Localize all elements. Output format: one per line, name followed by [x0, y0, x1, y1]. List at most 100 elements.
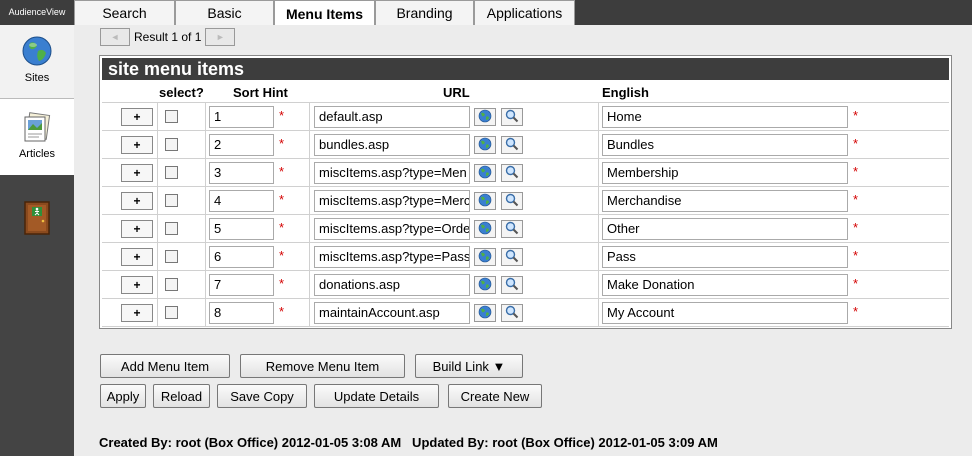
- url-input[interactable]: miscItems.asp?type=Merc: [314, 190, 470, 212]
- expand-row-button[interactable]: +: [121, 136, 153, 154]
- english-label-input[interactable]: Bundles: [602, 134, 848, 156]
- globe-link-button[interactable]: [474, 248, 496, 266]
- url-input[interactable]: maintainAccount.asp: [314, 302, 470, 324]
- sort-hint-input[interactable]: 6: [209, 246, 274, 268]
- expand-row-button[interactable]: +: [121, 276, 153, 294]
- tab-branding[interactable]: Branding: [375, 0, 474, 25]
- sidebar-item-articles[interactable]: Articles: [0, 99, 74, 175]
- english-label-input[interactable]: Pass: [602, 246, 848, 268]
- table-row: +2 * bundles.asp Bundles *: [102, 130, 949, 159]
- cell-divider: [205, 131, 206, 159]
- required-marker: *: [279, 304, 285, 319]
- globe-link-button[interactable]: [474, 276, 496, 294]
- update-details-button[interactable]: Update Details: [314, 384, 439, 408]
- cell-divider: [157, 299, 158, 327]
- globe-link-button[interactable]: [474, 108, 496, 126]
- cell-divider: [598, 215, 599, 243]
- pager: ◄ Result 1 of 1 ►: [100, 27, 236, 47]
- build-link-dropdown[interactable]: Build Link ▼: [415, 354, 523, 378]
- url-input[interactable]: donations.asp: [314, 274, 470, 296]
- expand-row-button[interactable]: +: [121, 164, 153, 182]
- sidebar-label-articles: Articles: [18, 148, 56, 160]
- expand-row-button[interactable]: +: [121, 304, 153, 322]
- globe-link-button[interactable]: [474, 136, 496, 154]
- select-checkbox[interactable]: [165, 194, 178, 207]
- globe-icon: [478, 221, 492, 238]
- english-label-input[interactable]: Home: [602, 106, 848, 128]
- expand-row-button[interactable]: +: [121, 220, 153, 238]
- tab-menu-items[interactable]: Menu Items: [274, 0, 375, 26]
- select-checkbox[interactable]: [165, 166, 178, 179]
- search-url-button[interactable]: [501, 164, 523, 182]
- sidebar-item-exit[interactable]: [0, 201, 74, 241]
- search-url-button[interactable]: [501, 276, 523, 294]
- globe-icon: [478, 109, 492, 126]
- english-label-input[interactable]: My Account: [602, 302, 848, 324]
- english-label-input[interactable]: Make Donation: [602, 274, 848, 296]
- select-checkbox[interactable]: [165, 250, 178, 263]
- expand-row-button[interactable]: +: [121, 248, 153, 266]
- tab-basic[interactable]: Basic: [175, 0, 274, 25]
- english-label-input[interactable]: Other: [602, 218, 848, 240]
- select-checkbox[interactable]: [165, 222, 178, 235]
- search-url-button[interactable]: [501, 192, 523, 210]
- magnifier-icon: [505, 137, 519, 154]
- search-url-button[interactable]: [501, 248, 523, 266]
- english-label-input[interactable]: Merchandise: [602, 190, 848, 212]
- select-checkbox[interactable]: [165, 138, 178, 151]
- header-select: select?: [159, 85, 204, 100]
- sort-hint-input[interactable]: 7: [209, 274, 274, 296]
- sort-hint-input[interactable]: 8: [209, 302, 274, 324]
- url-input[interactable]: default.asp: [314, 106, 470, 128]
- cell-divider: [157, 159, 158, 187]
- remove-menu-item-button[interactable]: Remove Menu Item: [240, 354, 405, 378]
- url-input[interactable]: miscItems.asp?type=Pass: [314, 246, 470, 268]
- prev-page-button[interactable]: ◄: [100, 28, 130, 46]
- globe-link-button[interactable]: [474, 164, 496, 182]
- add-menu-item-button[interactable]: Add Menu Item: [100, 354, 230, 378]
- required-marker: *: [279, 276, 285, 291]
- tab-applications[interactable]: Applications: [474, 0, 575, 25]
- url-input[interactable]: miscItems.asp?type=Men: [314, 162, 470, 184]
- tab-search[interactable]: Search: [74, 0, 175, 25]
- sort-hint-input[interactable]: 2: [209, 134, 274, 156]
- select-checkbox[interactable]: [165, 278, 178, 291]
- cell-divider: [157, 131, 158, 159]
- magnifier-icon: [505, 305, 519, 322]
- search-url-button[interactable]: [501, 136, 523, 154]
- search-url-button[interactable]: [501, 304, 523, 322]
- globe-link-button[interactable]: [474, 192, 496, 210]
- select-checkbox[interactable]: [165, 110, 178, 123]
- next-page-button[interactable]: ►: [205, 28, 236, 46]
- expand-row-button[interactable]: +: [121, 108, 153, 126]
- panel-title: site menu items: [102, 58, 949, 80]
- sidebar-item-sites[interactable]: Sites: [0, 25, 74, 99]
- english-label-input[interactable]: Membership: [602, 162, 848, 184]
- url-input[interactable]: bundles.asp: [314, 134, 470, 156]
- globe-link-button[interactable]: [474, 220, 496, 238]
- expand-row-button[interactable]: +: [121, 192, 153, 210]
- header-sort-hint: Sort Hint: [233, 85, 288, 100]
- select-checkbox[interactable]: [165, 306, 178, 319]
- globe-icon: [478, 165, 492, 182]
- create-new-button[interactable]: Create New: [448, 384, 542, 408]
- search-url-button[interactable]: [501, 220, 523, 238]
- sort-hint-input[interactable]: 4: [209, 190, 274, 212]
- sort-hint-input[interactable]: 5: [209, 218, 274, 240]
- sort-hint-input[interactable]: 1: [209, 106, 274, 128]
- reload-button[interactable]: Reload: [153, 384, 210, 408]
- cell-divider: [598, 159, 599, 187]
- header-url: URL: [443, 85, 470, 100]
- required-marker: *: [853, 164, 859, 179]
- apply-button[interactable]: Apply: [100, 384, 146, 408]
- cell-divider: [309, 159, 310, 187]
- sort-hint-input[interactable]: 3: [209, 162, 274, 184]
- cell-divider: [309, 215, 310, 243]
- cell-divider: [205, 159, 206, 187]
- globe-link-button[interactable]: [474, 304, 496, 322]
- search-url-button[interactable]: [501, 108, 523, 126]
- magnifier-icon: [505, 249, 519, 266]
- url-input[interactable]: miscItems.asp?type=Orde: [314, 218, 470, 240]
- save-copy-button[interactable]: Save Copy: [217, 384, 307, 408]
- table-row: +5 * miscItems.asp?type=Orde Other *: [102, 214, 949, 243]
